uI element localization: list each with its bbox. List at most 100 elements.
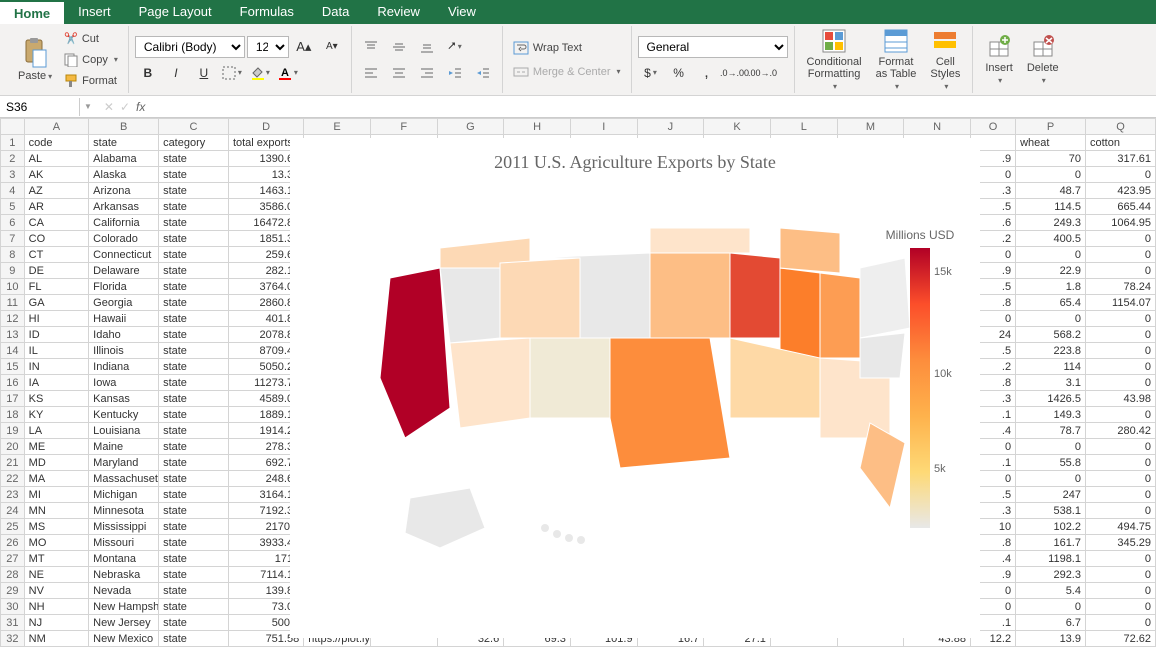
cell-H10[interactable] <box>504 279 571 295</box>
cell-J22[interactable] <box>637 471 704 487</box>
enter-formula-icon[interactable]: ✓ <box>120 100 130 114</box>
cell-N32[interactable]: 43.88 <box>904 631 971 647</box>
cell-N16[interactable] <box>904 375 971 391</box>
cell-H24[interactable] <box>504 503 571 519</box>
cell-F5[interactable] <box>370 199 437 215</box>
cell-B6[interactable]: California <box>89 215 159 231</box>
cell-D30[interactable]: 73.06 <box>228 599 303 615</box>
cell-O24[interactable]: .3 <box>970 503 1015 519</box>
align-left-button[interactable] <box>358 62 384 84</box>
cell-K16[interactable] <box>704 375 771 391</box>
cell-K21[interactable] <box>704 455 771 471</box>
cell-M7[interactable] <box>837 231 904 247</box>
cell-Q9[interactable]: 0 <box>1085 263 1155 279</box>
row-header-19[interactable]: 19 <box>1 423 25 439</box>
cell-O7[interactable]: .2 <box>970 231 1015 247</box>
col-header-A[interactable]: A <box>24 119 89 135</box>
cell-F29[interactable] <box>370 583 437 599</box>
underline-button[interactable]: U <box>191 62 217 84</box>
cell-E3[interactable] <box>304 167 371 183</box>
cell-O32[interactable]: 12.2 <box>970 631 1015 647</box>
cell-J10[interactable] <box>637 279 704 295</box>
cell-N17[interactable] <box>904 391 971 407</box>
cell-M6[interactable] <box>837 215 904 231</box>
cell-L25[interactable] <box>770 519 837 535</box>
cell-C25[interactable]: state <box>159 519 229 535</box>
cell-H2[interactable] <box>504 151 571 167</box>
cell-A25[interactable]: MS <box>24 519 89 535</box>
row-header-7[interactable]: 7 <box>1 231 25 247</box>
cell-F6[interactable] <box>370 215 437 231</box>
cell-L10[interactable] <box>770 279 837 295</box>
row-header-31[interactable]: 31 <box>1 615 25 631</box>
row-header-3[interactable]: 3 <box>1 167 25 183</box>
decrease-decimal-button[interactable]: .00→.0 <box>750 62 776 84</box>
merge-center-button[interactable]: Merge & Center <box>509 62 625 82</box>
cell-G19[interactable] <box>437 423 504 439</box>
cell-N23[interactable] <box>904 487 971 503</box>
cell-M19[interactable] <box>837 423 904 439</box>
cell-D23[interactable]: 3164.16 <box>228 487 303 503</box>
cell-C13[interactable]: state <box>159 327 229 343</box>
cell-C20[interactable]: state <box>159 439 229 455</box>
increase-font-button[interactable]: A▴ <box>291 36 317 58</box>
cell-P24[interactable]: 538.1 <box>1016 503 1086 519</box>
cell-D6[interactable]: 16472.88 <box>228 215 303 231</box>
cell-F12[interactable] <box>370 311 437 327</box>
align-right-button[interactable] <box>414 62 440 84</box>
cell-N14[interactable] <box>904 343 971 359</box>
cell-A13[interactable]: ID <box>24 327 89 343</box>
cell-I29[interactable] <box>570 583 637 599</box>
cell-O6[interactable]: .6 <box>970 215 1015 231</box>
bold-button[interactable]: B <box>135 62 161 84</box>
cell-D20[interactable]: 278.37 <box>228 439 303 455</box>
cell-P26[interactable]: 161.7 <box>1016 535 1086 551</box>
cell-O15[interactable]: .2 <box>970 359 1015 375</box>
cell-Q17[interactable]: 43.98 <box>1085 391 1155 407</box>
orientation-button[interactable]: ⭧ <box>442 36 468 58</box>
row-header-23[interactable]: 23 <box>1 487 25 503</box>
cell-M30[interactable] <box>837 599 904 615</box>
cell-H1[interactable] <box>504 135 571 151</box>
cell-P25[interactable]: 102.2 <box>1016 519 1086 535</box>
cell-F23[interactable] <box>370 487 437 503</box>
cell-M5[interactable] <box>837 199 904 215</box>
cell-M17[interactable] <box>837 391 904 407</box>
cell-O13[interactable]: 24 <box>970 327 1015 343</box>
cancel-formula-icon[interactable]: ✕ <box>104 100 114 114</box>
cell-P19[interactable]: 78.7 <box>1016 423 1086 439</box>
cell-C7[interactable]: state <box>159 231 229 247</box>
cell-K32[interactable]: 27.1 <box>704 631 771 647</box>
cell-Q22[interactable]: 0 <box>1085 471 1155 487</box>
namebox-dropdown-icon[interactable]: ▼ <box>80 102 96 111</box>
cell-C12[interactable]: state <box>159 311 229 327</box>
row-header-32[interactable]: 32 <box>1 631 25 647</box>
cell-O25[interactable]: 10 <box>970 519 1015 535</box>
cell-G8[interactable] <box>437 247 504 263</box>
cell-Q21[interactable]: 0 <box>1085 455 1155 471</box>
wrap-text-button[interactable]: Wrap Text <box>509 38 625 58</box>
cell-B2[interactable]: Alabama <box>89 151 159 167</box>
cell-P32[interactable]: 13.9 <box>1016 631 1086 647</box>
cell-K9[interactable] <box>704 263 771 279</box>
cell-P17[interactable]: 1426.5 <box>1016 391 1086 407</box>
cell-C22[interactable]: state <box>159 471 229 487</box>
cell-P5[interactable]: 114.5 <box>1016 199 1086 215</box>
cell-M22[interactable] <box>837 471 904 487</box>
tab-home[interactable]: Home <box>0 0 64 24</box>
cell-C6[interactable]: state <box>159 215 229 231</box>
cell-C5[interactable]: state <box>159 199 229 215</box>
cell-B19[interactable]: Louisiana <box>89 423 159 439</box>
cell-K28[interactable] <box>704 567 771 583</box>
cell-A14[interactable]: IL <box>24 343 89 359</box>
cell-J9[interactable] <box>637 263 704 279</box>
cell-K11[interactable] <box>704 295 771 311</box>
row-header-16[interactable]: 16 <box>1 375 25 391</box>
cell-K24[interactable] <box>704 503 771 519</box>
cell-B3[interactable]: Alaska <box>89 167 159 183</box>
cell-M20[interactable] <box>837 439 904 455</box>
cell-Q8[interactable]: 0 <box>1085 247 1155 263</box>
cell-J8[interactable] <box>637 247 704 263</box>
cell-E12[interactable] <box>304 311 371 327</box>
cell-M3[interactable] <box>837 167 904 183</box>
